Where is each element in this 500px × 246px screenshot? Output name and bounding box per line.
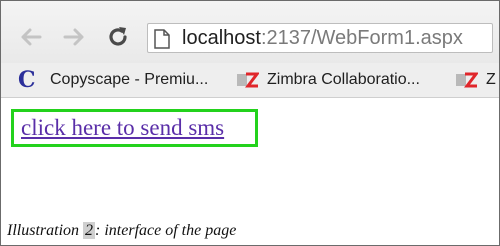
zimbra-icon	[456, 72, 478, 88]
bookmark-zimbra-2[interactable]: Z	[456, 69, 496, 91]
caption-prefix: Illustration	[7, 222, 84, 239]
bookmark-copyscape[interactable]: C Copyscape - Premiu...	[18, 69, 208, 91]
zimbra-icon	[237, 72, 259, 88]
caption-number: 2	[83, 222, 96, 239]
back-arrow-icon	[21, 28, 42, 46]
forward-arrow-icon	[63, 28, 84, 46]
address-bar[interactable]: localhost:2137/WebForm1.aspx	[147, 23, 493, 53]
bookmark-zimbra[interactable]: Zimbra Collaboratio...	[237, 69, 420, 91]
page-content: click here to send sms	[1, 98, 499, 218]
caption-suffix: : interface of the page	[95, 222, 237, 239]
bookmark-label: Copyscape - Premiu...	[50, 71, 209, 88]
url-path: :2137/WebForm1.aspx	[260, 27, 463, 49]
url-text: localhost:2137/WebForm1.aspx	[182, 27, 463, 49]
link-highlight-box: click here to send sms	[11, 109, 258, 147]
screenshot-frame: localhost:2137/WebForm1.aspx C Copyscape…	[0, 0, 500, 246]
browser-toolbar: localhost:2137/WebForm1.aspx	[1, 1, 499, 63]
reload-button[interactable]	[106, 25, 130, 49]
send-sms-link[interactable]: click here to send sms	[21, 115, 224, 141]
page-icon	[154, 29, 170, 49]
bookmark-label: Z	[486, 71, 496, 88]
bookmarks-bar: C Copyscape - Premiu... Zimbra Collabora…	[1, 63, 499, 98]
forward-button[interactable]	[62, 25, 86, 49]
back-button[interactable]	[19, 25, 43, 49]
figure-caption: Illustration 2: interface of the page	[7, 220, 236, 242]
bookmark-label: Zimbra Collaboratio...	[267, 71, 420, 88]
copyscape-icon: C	[18, 67, 36, 93]
url-host: localhost	[182, 27, 261, 49]
reload-icon	[109, 27, 127, 46]
